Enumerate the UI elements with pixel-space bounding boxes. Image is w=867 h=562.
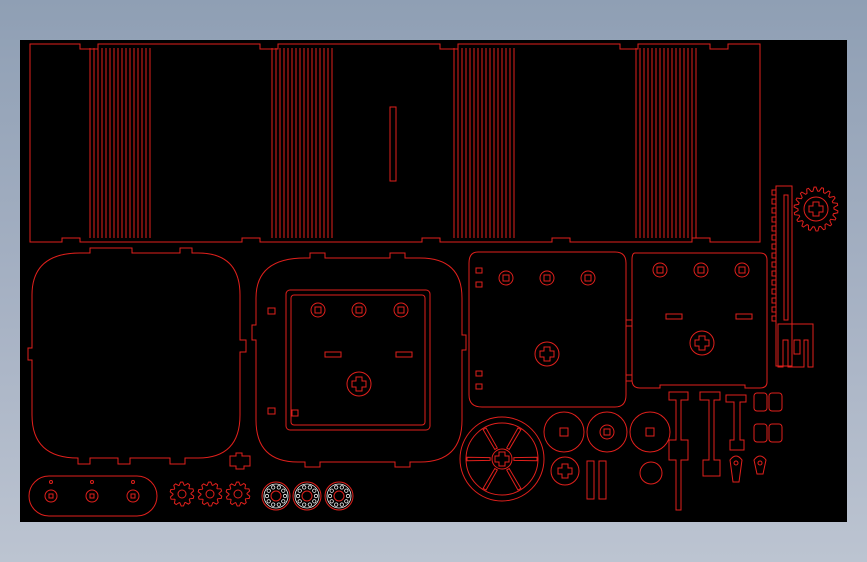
- cad-drawing: [27, 43, 839, 517]
- wheel-icon: [459, 416, 545, 502]
- pulleys: [543, 411, 671, 500]
- plate-framed: [251, 252, 467, 468]
- t-brackets: [668, 391, 783, 511]
- small-gears: [169, 481, 251, 507]
- clip-bracket: [777, 323, 814, 368]
- plate-right: [625, 252, 768, 389]
- plate-middle: [468, 251, 627, 408]
- small-tab: [229, 452, 251, 470]
- gear-icon: [793, 186, 839, 232]
- hinge-strip: [29, 43, 761, 243]
- stadium-plate: [28, 475, 158, 517]
- cad-viewport[interactable]: [20, 40, 847, 522]
- bearing-icon: [261, 481, 354, 511]
- plate-blank: [27, 247, 247, 465]
- rack-gear: [771, 185, 793, 367]
